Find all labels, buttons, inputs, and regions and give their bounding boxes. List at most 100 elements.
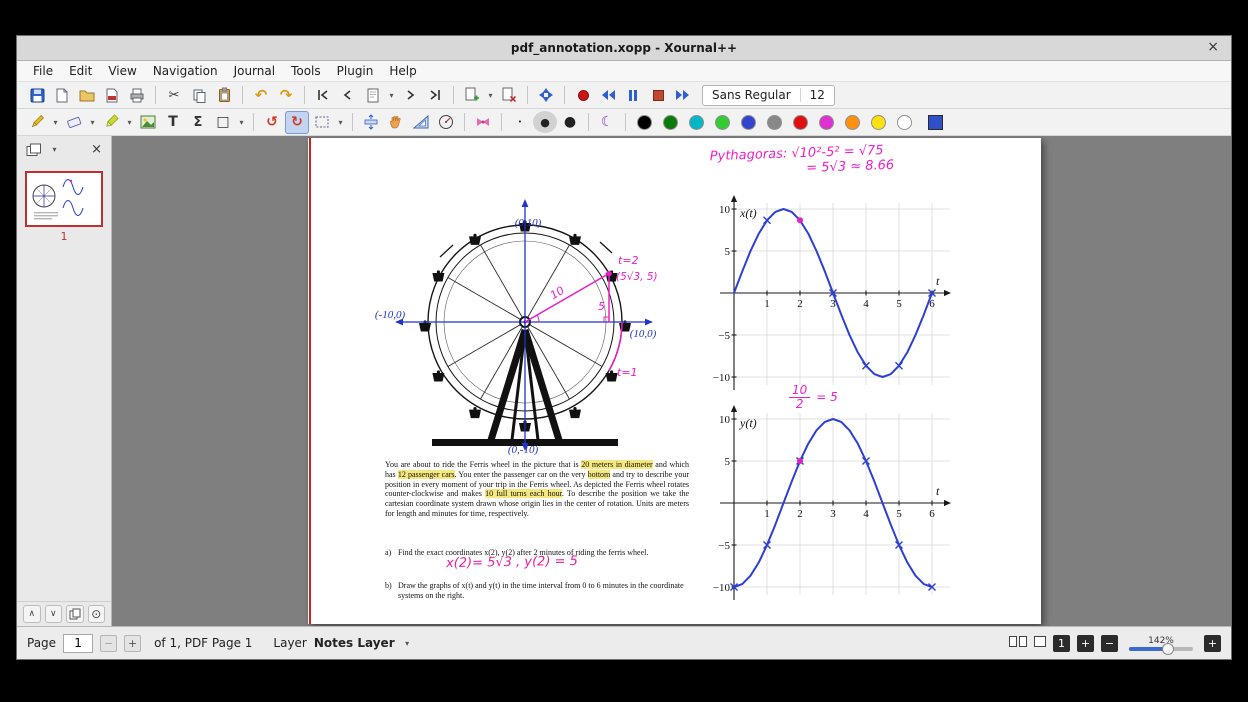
select-region-button[interactable] — [310, 111, 334, 134]
select-options-chevron[interactable]: ▾ — [335, 111, 346, 134]
spline-tool-button[interactable] — [471, 111, 495, 134]
undo-button[interactable]: ↶ — [249, 84, 273, 107]
preview-down-button[interactable]: ∨ — [44, 605, 62, 623]
ruler-tool-button[interactable] — [409, 111, 433, 134]
save-button[interactable] — [25, 84, 49, 107]
copy-button[interactable] — [187, 84, 211, 107]
eraser-tool-button[interactable] — [62, 111, 86, 134]
color-black-button[interactable] — [637, 114, 652, 130]
thickness-thick-button[interactable]: ● — [558, 111, 582, 134]
sidebar-close-button[interactable]: × — [91, 142, 102, 157]
fullscreen-button[interactable] — [534, 84, 558, 107]
menu-file[interactable]: File — [25, 62, 61, 80]
document-page[interactable]: Pythagoras: √10²-5² = √75 = 5√3 ≈ 8.66 (… — [308, 138, 1041, 624]
shapes-tool-button[interactable]: □ — [211, 111, 235, 134]
menu-view[interactable]: View — [100, 62, 144, 80]
vertical-space-button[interactable] — [359, 111, 383, 134]
rewind-button[interactable] — [596, 84, 620, 107]
layer-chevron[interactable]: ▾ — [402, 632, 413, 655]
shapes-options-chevron[interactable]: ▾ — [236, 111, 247, 134]
add-page-chevron[interactable]: ▾ — [485, 84, 496, 107]
color-light-green-button[interactable] — [715, 114, 730, 130]
zoom-original-button[interactable]: + — [1204, 634, 1221, 652]
previous-page-button[interactable] — [336, 84, 360, 107]
pen-tool-button[interactable] — [25, 111, 49, 134]
copy-icon — [193, 89, 205, 103]
math-tex-button[interactable]: Σ — [186, 111, 210, 134]
pause-icon — [629, 89, 632, 101]
next-page-icon — [407, 90, 415, 100]
eraser-options-chevron[interactable]: ▾ — [87, 111, 98, 134]
highlighter-icon — [106, 114, 119, 127]
forward-button[interactable] — [671, 84, 695, 107]
next-page-button[interactable] — [398, 84, 422, 107]
close-window-button[interactable]: × — [1207, 39, 1219, 55]
copy-view-button[interactable] — [66, 605, 84, 623]
menu-navigation[interactable]: Navigation — [145, 62, 226, 80]
page-minus-button[interactable]: − — [100, 634, 118, 652]
color-blue-button[interactable] — [741, 114, 756, 130]
page-number-input[interactable] — [63, 633, 94, 653]
thickness-fine-button[interactable]: • — [508, 111, 532, 134]
color-orange-button[interactable] — [845, 114, 860, 130]
pause-button[interactable] — [621, 84, 645, 107]
compass-tool-button[interactable] — [434, 111, 458, 134]
page-count-text: of 1, PDF Page 1 — [154, 636, 253, 650]
fit-page-button[interactable]: 1 — [1053, 634, 1070, 652]
goto-page-button[interactable] — [361, 84, 385, 107]
menu-tools[interactable]: Tools — [283, 62, 329, 80]
page-thumbnail[interactable] — [25, 171, 103, 227]
dark-mode-button[interactable]: ☾ — [595, 111, 619, 134]
highlighter-tool-button[interactable] — [99, 111, 123, 134]
menu-help[interactable]: Help — [381, 62, 424, 80]
page-plus-button[interactable]: + — [124, 634, 142, 652]
color-yellow-button[interactable] — [871, 114, 886, 130]
menu-edit[interactable]: Edit — [61, 62, 100, 80]
default-tool-button[interactable]: ↺ — [260, 111, 284, 134]
sidebar-panel-chevron[interactable]: ▾ — [49, 138, 60, 161]
color-cyan-button[interactable] — [689, 114, 704, 130]
redo-button[interactable]: ↷ — [274, 84, 298, 107]
menu-journal[interactable]: Journal — [226, 62, 284, 80]
delete-page-button[interactable] — [497, 84, 521, 107]
thickness-medium-button[interactable]: ● — [533, 111, 557, 133]
cut-button[interactable]: ✂ — [162, 84, 186, 107]
focus-page-button[interactable]: ⊙ — [87, 605, 105, 623]
dual-page-layout-button[interactable] — [1009, 636, 1027, 650]
print-button[interactable] — [125, 84, 149, 107]
stop-button[interactable] — [646, 84, 670, 107]
font-selector-button[interactable]: Sans Regular 12 — [702, 84, 835, 106]
x-of-t-graph: 123456 105−5−10 x(t) t — [713, 195, 951, 390]
color-white-button[interactable] — [897, 114, 912, 130]
presentation-layout-button[interactable] — [1034, 636, 1046, 650]
first-page-button[interactable] — [311, 84, 335, 107]
record-button[interactable] — [571, 84, 595, 107]
add-page-button[interactable] — [460, 84, 484, 107]
preview-up-button[interactable]: ∧ — [23, 605, 41, 623]
t-axis-label: t — [936, 484, 940, 498]
zoom-slider-handle[interactable] — [1162, 642, 1175, 655]
last-page-button[interactable] — [423, 84, 447, 107]
color-green-button[interactable] — [663, 114, 678, 130]
menu-plugin[interactable]: Plugin — [329, 62, 382, 80]
insert-image-button[interactable] — [136, 111, 160, 134]
zoom-in-button[interactable]: + — [1077, 634, 1094, 652]
t1-label: t=1 — [617, 366, 638, 379]
color-magenta-button[interactable] — [819, 114, 834, 130]
new-file-button[interactable] — [50, 84, 74, 107]
hand-tool-button[interactable] — [384, 111, 408, 134]
text-tool-button[interactable]: T — [161, 111, 185, 134]
goto-page-chevron[interactable]: ▾ — [386, 84, 397, 107]
open-folder-button[interactable] — [75, 84, 99, 107]
pen-options-chevron[interactable]: ▾ — [50, 111, 61, 134]
label-minus10-0: (-10,0) — [375, 309, 406, 321]
color-red-button[interactable] — [793, 114, 808, 130]
paste-button[interactable] — [212, 84, 236, 107]
highlighter-options-chevron[interactable]: ▾ — [124, 111, 135, 134]
color-gray-button[interactable] — [767, 114, 782, 130]
layer-select[interactable]: Notes Layer — [314, 636, 395, 650]
zoom-out-button[interactable]: − — [1101, 634, 1118, 652]
zoom-slider[interactable]: 142% — [1125, 636, 1197, 655]
shape-recognizer-button[interactable]: ↻ — [285, 110, 309, 134]
export-pdf-button[interactable] — [100, 84, 124, 107]
